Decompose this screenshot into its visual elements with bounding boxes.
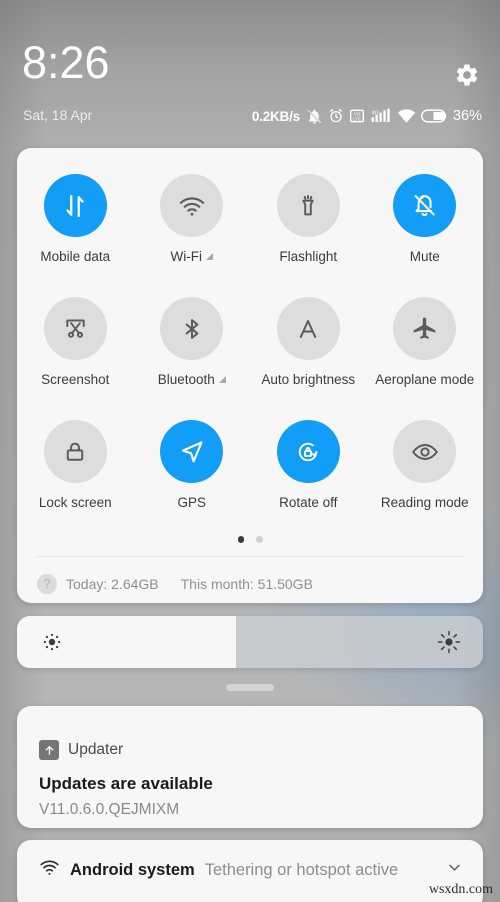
brightness-slider[interactable] [17, 616, 483, 668]
quick-settings-grid: Mobile data Wi-Fi Flashlight Mute Screen… [17, 162, 483, 531]
qs-label-text: Lock screen [38, 495, 112, 510]
notification-app-name: Android system [70, 860, 195, 879]
data-usage-today: Today: 2.64GB [66, 576, 159, 592]
rotate-lock-icon [276, 420, 340, 483]
divider [37, 556, 463, 557]
qs-tile-mobile-data[interactable]: Mobile data [17, 162, 134, 285]
quick-settings-panel: Mobile data Wi-Fi Flashlight Mute Screen… [17, 148, 483, 603]
gear-icon[interactable] [454, 62, 480, 88]
aeroplane-icon [393, 297, 457, 360]
status-bar-icons: 0.2KB/s VO LTE 4G 36% [252, 105, 482, 127]
question-mark-icon[interactable]: ? [37, 574, 57, 594]
signal-4g-icon: 4G [371, 108, 390, 122]
qs-tile-wifi[interactable]: Wi-Fi [134, 162, 251, 285]
status-header: 8:26 Sat, 18 Apr 0.2KB/s VO LTE 4G 36% [0, 0, 500, 146]
wifi-tether-icon [39, 858, 60, 882]
qs-tile-reading-mode[interactable]: Reading mode [367, 408, 484, 531]
qs-tile-mute[interactable]: Mute [367, 162, 484, 285]
qs-label-text: Auto brightness [261, 372, 356, 387]
screenshot-icon [43, 297, 107, 360]
qs-tile-label: Aeroplane mode [375, 372, 474, 387]
mobile-data-icon [43, 174, 107, 237]
qs-label-text: GPS [177, 495, 206, 510]
qs-tile-label: GPS [177, 495, 206, 510]
qs-tile-flashlight[interactable]: Flashlight [250, 162, 367, 285]
page-dot-2[interactable] [256, 536, 263, 543]
battery-icon [420, 109, 446, 123]
battery-percent-text: 36% [452, 108, 482, 124]
quick-settings-row: Lock screen GPS Rotate off Reading mode [17, 408, 483, 531]
qs-tile-label: Bluetooth [158, 372, 226, 387]
wifi-icon [160, 174, 224, 237]
qs-label-text: Screenshot [41, 372, 110, 387]
page-indicator [17, 536, 483, 543]
qs-tile-gps[interactable]: GPS [134, 408, 251, 531]
watermark: wsxdn.com [428, 882, 493, 897]
data-usage-month: This month: 51.50GB [180, 576, 313, 592]
flashlight-icon [276, 174, 340, 237]
notification-app-name: Updater [68, 741, 124, 758]
page-dot-1[interactable] [237, 536, 244, 543]
navigation-icon [160, 420, 224, 483]
qs-tile-label: Mute [410, 249, 440, 264]
qs-tile-screenshot[interactable]: Screenshot [17, 285, 134, 408]
clock-date: Sat, 18 Apr [23, 107, 93, 123]
expand-triangle-icon[interactable] [205, 252, 213, 260]
update-arrow-icon [39, 740, 59, 760]
network-speed-text: 0.2KB/s [251, 108, 300, 124]
qs-label-text: Mobile data [40, 249, 111, 264]
svg-text:LTE: LTE [353, 116, 361, 121]
qs-tile-label: Auto brightness [261, 372, 355, 387]
qs-tile-label: Lock screen [39, 495, 112, 510]
notification-body: V11.0.6.0.QEJMIXM [39, 801, 180, 818]
qs-label-text: Mute [409, 249, 440, 264]
qs-tile-label: Screenshot [41, 372, 109, 387]
qs-tile-label: Wi-Fi [171, 249, 213, 264]
chevron-down-icon[interactable] [446, 859, 463, 881]
qs-tile-label: Reading mode [381, 495, 469, 510]
qs-tile-rotate-off[interactable]: Rotate off [250, 408, 367, 531]
qs-tile-label: Mobile data [40, 249, 110, 264]
qs-label-text: Reading mode [380, 495, 469, 510]
notification-app-line: Updater [39, 740, 123, 760]
notification-shade-screen: 8:26 Sat, 18 Apr 0.2KB/s VO LTE 4G 36% M… [0, 0, 500, 902]
alarm-clock-icon [330, 108, 342, 123]
lock-icon [43, 420, 107, 483]
brightness-low-icon [41, 631, 63, 653]
qs-tile-auto-brightness[interactable]: Auto brightness [250, 285, 367, 408]
auto-brightness-icon [276, 297, 340, 360]
brightness-high-icon [437, 630, 461, 654]
qs-label-text: Rotate off [279, 495, 338, 510]
drag-handle[interactable] [226, 684, 274, 691]
qs-tile-label: Flashlight [279, 249, 337, 264]
expand-triangle-icon[interactable] [218, 375, 226, 383]
quick-settings-row: Screenshot Bluetooth Auto brightness Aer… [17, 285, 483, 408]
notification-title: Tethering or hotspot active [204, 860, 399, 879]
qs-label-text: Aeroplane mode [375, 372, 475, 387]
notification-header-line: Android system Tethering or hotspot acti… [39, 858, 463, 882]
qs-tile-label: Rotate off [279, 495, 337, 510]
qs-tile-bluetooth[interactable]: Bluetooth [134, 285, 251, 408]
notification-android-system[interactable]: Android system Tethering or hotspot acti… [17, 840, 483, 902]
qs-label-text: Bluetooth [157, 372, 215, 387]
qs-tile-lock-screen[interactable]: Lock screen [17, 408, 134, 531]
quick-settings-row: Mobile data Wi-Fi Flashlight Mute [17, 162, 483, 285]
volte-icon: VO LTE [349, 109, 364, 123]
mute-bell-icon [393, 174, 457, 237]
notification-updater[interactable]: Updater Updates are available V11.0.6.0.… [17, 706, 483, 828]
clock-time: 8:26 [22, 37, 110, 88]
notification-title: Updates are available [39, 774, 213, 793]
eye-icon [393, 420, 457, 483]
wifi-icon [397, 109, 416, 123]
mute-bell-icon [307, 108, 322, 124]
data-usage-row[interactable]: ? Today: 2.64GB This month: 51.50GB [37, 568, 313, 600]
qs-tile-aeroplane-mode[interactable]: Aeroplane mode [367, 285, 484, 408]
qs-label-text: Flashlight [279, 249, 338, 264]
bluetooth-icon [160, 297, 224, 360]
qs-label-text: Wi-Fi [170, 249, 202, 264]
